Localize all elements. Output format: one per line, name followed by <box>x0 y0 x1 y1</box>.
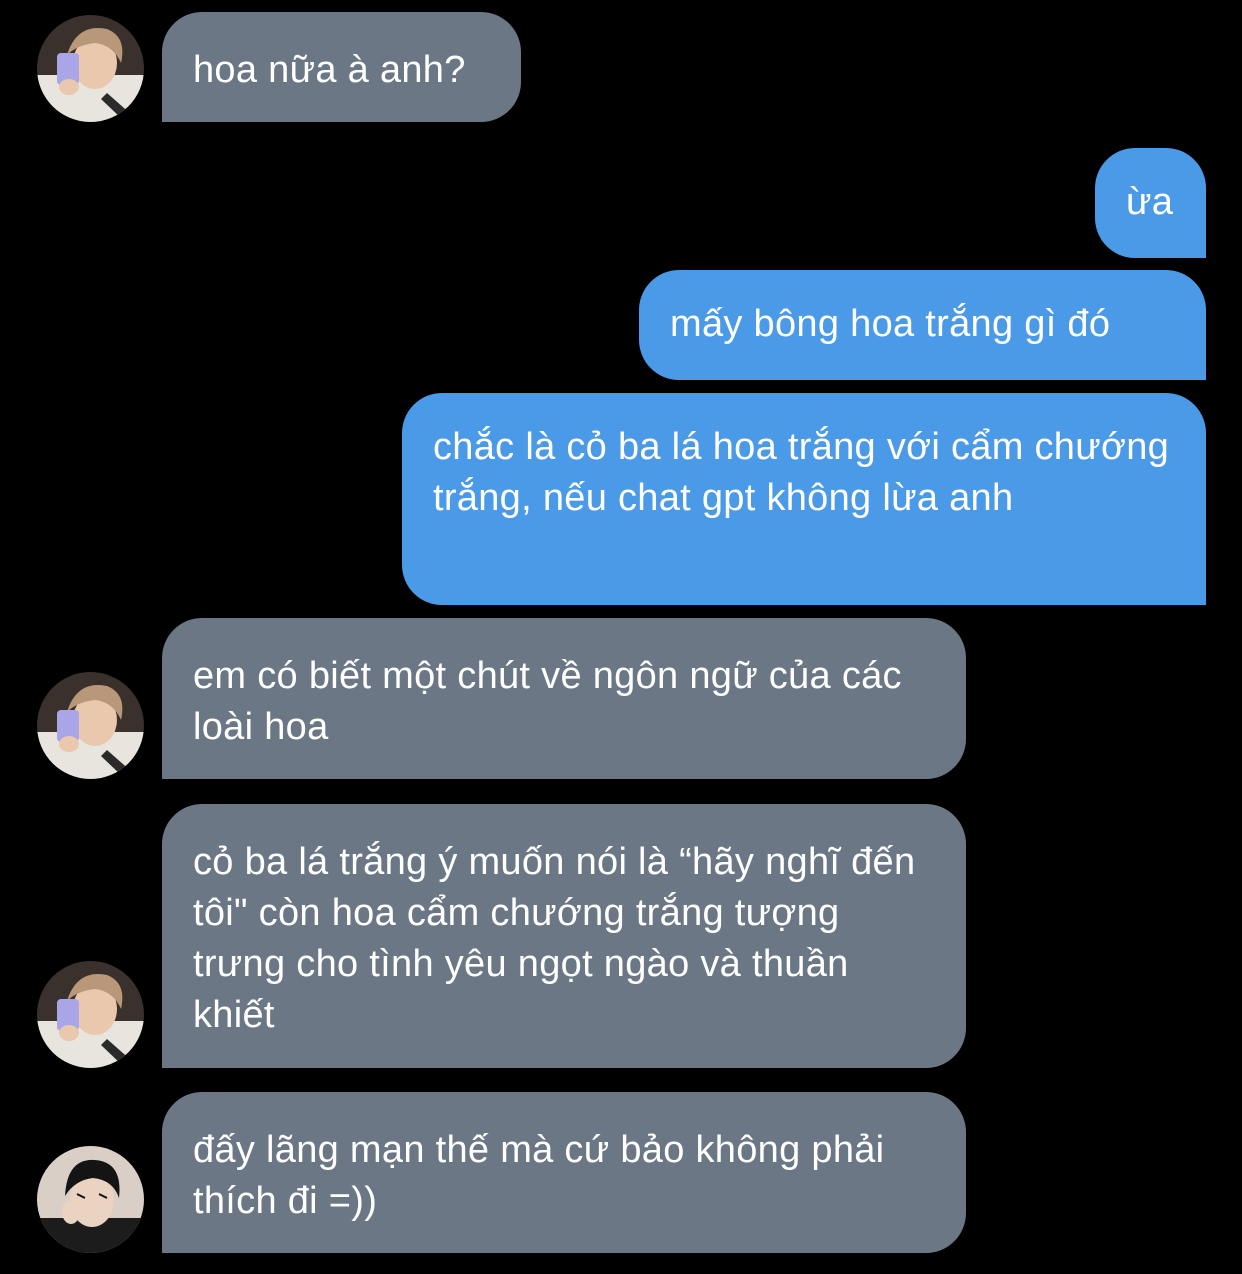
message-bubble-outgoing[interactable]: chắc là cỏ ba lá hoa trắng với cẩm chướn… <box>402 393 1206 605</box>
message-text: ừa <box>1126 181 1174 223</box>
avatar[interactable] <box>37 15 144 122</box>
message-bubble-incoming[interactable]: hoa nữa à anh? <box>162 12 521 122</box>
message-bubble-incoming[interactable]: em có biết một chút về ngôn ngữ của các … <box>162 618 966 779</box>
message-text: cỏ ba lá trắng ý muốn nói là “hãy nghĩ đ… <box>193 841 916 1036</box>
message-text: hoa nữa à anh? <box>193 49 466 91</box>
message-bubble-incoming[interactable]: cỏ ba lá trắng ý muốn nói là “hãy nghĩ đ… <box>162 804 966 1068</box>
message-bubble-outgoing[interactable]: mấy bông hoa trắng gì đó <box>639 270 1206 380</box>
message-bubble-outgoing[interactable]: ừa <box>1095 148 1206 258</box>
avatar[interactable] <box>37 961 144 1068</box>
message-text: chắc là cỏ ba lá hoa trắng với cẩm chướn… <box>433 426 1170 519</box>
message-text: em có biết một chút về ngôn ngữ của các … <box>193 655 902 748</box>
avatar[interactable] <box>37 672 144 779</box>
message-text: đấy lãng mạn thế mà cứ bảo không phải th… <box>193 1129 885 1222</box>
chat-thread: hoa nữa à anh? ừa mấy bông hoa trắng gì … <box>0 0 1242 1274</box>
avatar[interactable] <box>37 1146 144 1253</box>
message-bubble-incoming[interactable]: đấy lãng mạn thế mà cứ bảo không phải th… <box>162 1092 966 1253</box>
message-text: mấy bông hoa trắng gì đó <box>670 303 1111 345</box>
